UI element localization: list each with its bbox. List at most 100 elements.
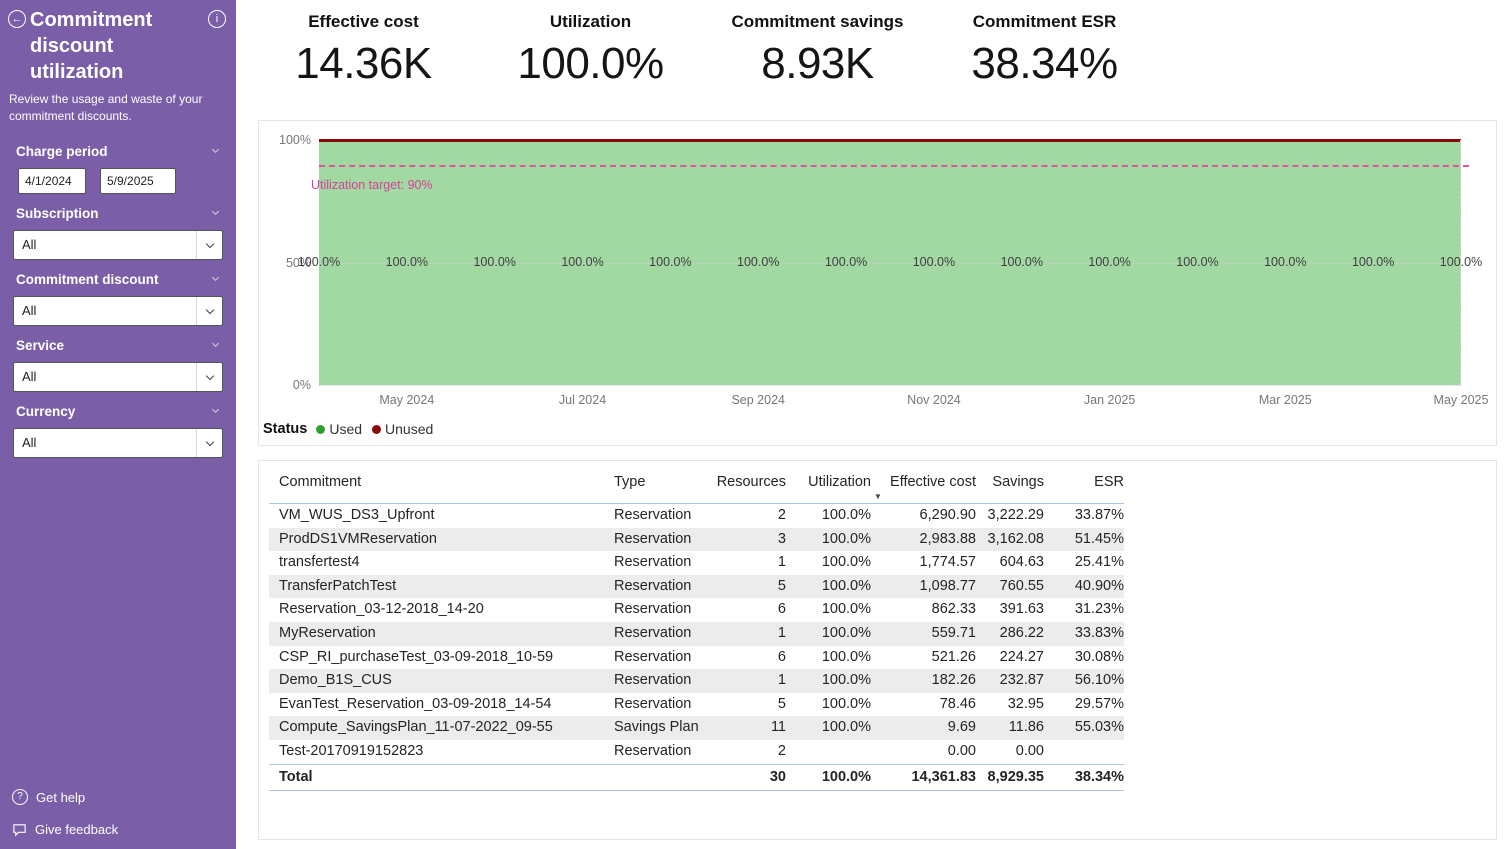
chevron-down-icon xyxy=(196,230,222,259)
filter-label: Commitment discount xyxy=(16,271,159,287)
kpi-value: 38.34% xyxy=(971,39,1118,88)
column-header-effective-cost[interactable]: Effective cost ▼ xyxy=(871,467,976,504)
charge-period-inputs xyxy=(0,167,236,194)
data-label: 100.0% xyxy=(1176,254,1219,269)
table-cell: 40.90% xyxy=(1074,577,1124,594)
filter-section-charge-period: Charge period xyxy=(0,144,236,194)
table-cell: 100.0% xyxy=(821,695,871,712)
table-cell: 286.22 xyxy=(999,624,1044,641)
commitments-table-card: Commitment Type Resources Utilization Effect… xyxy=(258,460,1497,840)
filter-section-service: Service All xyxy=(0,338,236,392)
table-row[interactable]: MyReservation Reservation 1 100.0% 559.71 286… xyxy=(269,621,1124,646)
collapse-icon xyxy=(211,274,220,282)
data-label: 100.0% xyxy=(561,254,604,269)
chart-plot: Utilization target: 90% 100% 50% 0% May 202… xyxy=(279,133,1488,407)
table-cell: 232.87 xyxy=(999,672,1044,689)
table-cell: 33.87% xyxy=(1074,507,1124,523)
x-axis-tick: Jul 2024 xyxy=(558,393,607,407)
table-row[interactable]: TransferPatchTest Reservation 5 100.0% 1,098… xyxy=(269,574,1124,599)
kpi-card-commitment-esr: Commitment ESR 38.34% xyxy=(931,10,1158,114)
table-row[interactable]: Test-20170919152823 Reservation 2 0.00 0.00 xyxy=(269,740,1124,765)
charge-period-end-input[interactable] xyxy=(100,167,176,194)
table-cell: 0.00 xyxy=(947,742,976,759)
data-label: 100.0% xyxy=(737,254,780,269)
legend-item-label: Used xyxy=(329,421,363,437)
give-feedback-link[interactable]: Give feedback xyxy=(12,822,236,837)
table-cell xyxy=(1044,740,1124,764)
column-header-label: Effective cost xyxy=(890,474,976,490)
column-header-commitment[interactable]: Commitment xyxy=(269,467,614,504)
data-label: 100.0% xyxy=(473,254,516,269)
table-cell: 1 xyxy=(777,554,786,571)
data-label: 100.0% xyxy=(1088,254,1131,269)
legend-title: Status xyxy=(263,421,308,437)
table-row[interactable]: ProdDS1VMReservation Reservation 3 100.0% 2,… xyxy=(269,527,1124,552)
table-row[interactable]: EvanTest_Reservation_03-09-2018_14-54 Res… xyxy=(269,693,1124,717)
column-header-utilization[interactable]: Utilization xyxy=(786,467,871,504)
table-cell: Demo_B1S_CUS xyxy=(279,672,392,689)
data-label: 100.0% xyxy=(1000,254,1043,269)
table-cell: Reservation xyxy=(614,507,692,523)
kpi-row: Effective cost 14.36K Utilization 100.0% Com… xyxy=(236,0,1512,114)
y-axis-tick: 100% xyxy=(279,133,311,147)
back-icon[interactable]: ← xyxy=(8,10,26,28)
filter-head-subscription: Subscription xyxy=(0,206,236,221)
table-cell: 3 xyxy=(777,530,786,547)
column-header-label: Utilization xyxy=(808,474,871,490)
table-cell: 862.33 xyxy=(931,601,976,618)
charge-period-start-input[interactable] xyxy=(18,167,86,194)
filter-head-service: Service xyxy=(0,338,236,353)
table-row[interactable]: CSP_RI_purchaseTest_03-09-2018_10-59 Rese… xyxy=(269,646,1124,670)
get-help-link[interactable]: ? Get help xyxy=(12,789,236,805)
table-cell: 1,098.77 xyxy=(919,577,976,594)
table-row[interactable]: transfertest4 Reservation 1 100.0% 1,774.57 6… xyxy=(269,551,1124,575)
filter-label: Charge period xyxy=(16,143,108,159)
footer-link-label: Give feedback xyxy=(35,822,119,837)
table-cell: 2,983.88 xyxy=(919,530,976,547)
filter-section-subscription: Subscription All xyxy=(0,206,236,260)
table-cell: 1 xyxy=(777,624,786,641)
legend-item-unused[interactable]: Unused xyxy=(372,421,433,437)
table-row[interactable]: Reservation_03-12-2018_14-20 Reservation 6… xyxy=(269,598,1124,622)
table-cell: 100.0% xyxy=(821,719,871,736)
table-row[interactable]: Compute_SavingsPlan_11-07-2022_09-55 Savi… xyxy=(269,716,1124,740)
table-row[interactable]: Demo_B1S_CUS Reservation 1 100.0% 182.26 232.… xyxy=(269,669,1124,693)
table-cell: 6,290.90 xyxy=(919,507,976,523)
collapse-icon xyxy=(211,340,220,348)
legend-item-used[interactable]: Used xyxy=(316,421,362,437)
table-cell: 29.57% xyxy=(1074,695,1124,712)
table-cell: Test-20170919152823 xyxy=(279,742,424,759)
info-icon[interactable]: i xyxy=(208,10,226,28)
filter-section-commitment-discount: Commitment discount All xyxy=(0,272,236,326)
column-header-esr[interactable]: ESR xyxy=(1044,467,1124,504)
table-cell: Reservation xyxy=(614,695,692,712)
total-cell xyxy=(614,764,714,790)
table-cell: Reservation xyxy=(614,742,692,759)
table-cell: 2 xyxy=(777,507,786,523)
chevron-down-glyph xyxy=(205,371,214,381)
total-cell: Total xyxy=(279,768,313,785)
commitment-discount-dropdown[interactable]: All xyxy=(13,295,223,326)
column-header-type[interactable]: Type xyxy=(614,467,714,504)
table-cell: 0.00 xyxy=(1015,742,1044,759)
table-cell: TransferPatchTest xyxy=(279,577,397,594)
app-root: ← Commitment discount utilization i Revi… xyxy=(0,0,1512,849)
table-cell: 2 xyxy=(777,742,786,759)
help-icon: ? xyxy=(12,789,28,805)
column-header-resources[interactable]: Resources xyxy=(714,467,786,504)
gridline-0 xyxy=(319,385,1461,386)
currency-dropdown[interactable]: All xyxy=(13,427,223,458)
chevron-down-icon xyxy=(196,296,222,325)
data-label: 100.0% xyxy=(912,254,956,269)
table-cell: 25.41% xyxy=(1074,554,1124,571)
service-dropdown[interactable]: All xyxy=(13,361,223,392)
filter-label: Subscription xyxy=(16,205,99,221)
column-header-savings[interactable]: Savings xyxy=(976,467,1044,504)
x-axis-tick: Mar 2025 xyxy=(1258,393,1312,407)
data-label: 100.0% xyxy=(297,254,341,269)
table-cell: 100.0% xyxy=(821,530,871,547)
table-row[interactable]: VM_WUS_DS3_Upfront Reservation 2 100.0% 6,29… xyxy=(269,504,1124,528)
subscription-dropdown[interactable]: All xyxy=(13,229,223,260)
table-cell: 5 xyxy=(777,695,786,712)
table-cell: 224.27 xyxy=(999,648,1044,665)
